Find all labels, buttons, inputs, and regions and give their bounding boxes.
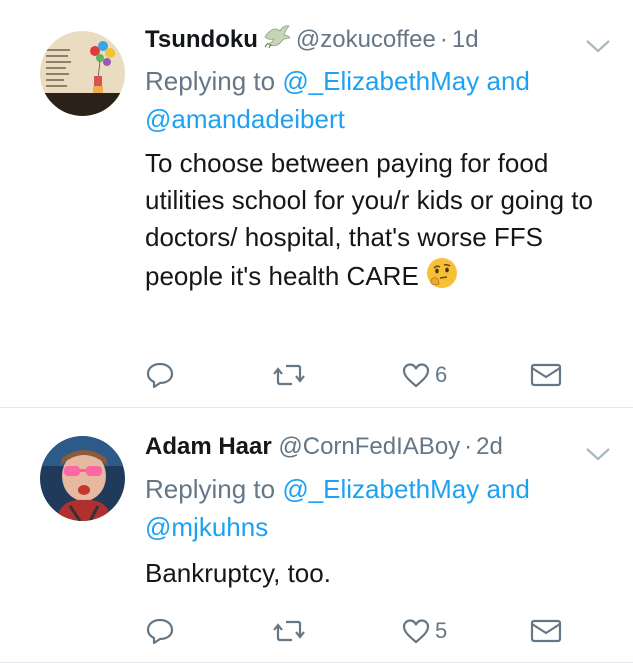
handle[interactable]: @CornFedIABoy [278,433,460,460]
timestamp[interactable]: 2d [476,433,503,460]
reply-and: and [486,66,530,96]
retweet-icon [273,620,305,642]
replying-to: Replying to @_ElizabethMay and @amandade… [145,62,530,138]
heart-icon [402,619,430,644]
timestamp[interactable]: 1d [452,26,479,53]
mention-link[interactable]: @mjkuhns [145,512,268,542]
reply-and: and [486,474,530,504]
retweet-icon [273,364,305,386]
chevron-down-icon[interactable] [585,31,611,63]
tweet-text: Bankruptcy, too. [145,558,331,588]
mail-icon [530,619,562,643]
reply-button[interactable] [145,611,175,651]
retweet-button[interactable] [272,355,306,395]
heart-icon [402,363,430,388]
separator-dot: · [439,25,448,53]
tweet-actions: 6 [145,355,585,395]
thinking-face-emoji [425,256,459,300]
display-name[interactable]: Adam Haar [145,433,272,460]
direct-message-button[interactable] [529,355,563,395]
reply-icon [146,618,174,645]
chevron-down-icon[interactable] [585,439,611,471]
direct-message-button[interactable] [529,611,563,651]
tweet-text: To choose between paying for food utilit… [145,145,615,300]
avatar[interactable] [40,436,125,521]
retweet-button[interactable] [272,611,306,651]
display-name[interactable]: Tsundoku [145,26,258,53]
mention-link[interactable]: @amandadeibert [145,104,345,134]
tweet-header: Tsundoku @zokucoffee · 1d [145,23,633,58]
reply-icon [146,362,174,389]
replying-to: Replying to @_ElizabethMay and @mjkuhns [145,470,530,546]
tweet-actions: 5 [145,611,585,651]
mail-icon [530,363,562,387]
separator-dot: · [464,433,473,460]
reply-button[interactable] [145,355,175,395]
like-count: 5 [435,618,448,643]
mention-link[interactable]: @_ElizabethMay [282,474,479,504]
like-count: 6 [435,362,448,387]
like-button[interactable]: 5 [401,611,447,651]
replying-prefix: Replying to [145,474,276,504]
tweet-header: Adam Haar @CornFedIABoy · 2d [145,431,633,463]
replying-prefix: Replying to [145,66,276,96]
tweet[interactable]: Tsundoku @zokucoffee · 1d Replying to @_Eli… [0,0,633,408]
tweet[interactable]: Adam Haar @CornFedIABoy · 2d Replying to @… [0,408,633,663]
avatar[interactable] [40,31,125,116]
like-button[interactable]: 6 [401,355,447,395]
mention-link[interactable]: @_ElizabethMay [282,66,479,96]
tweet-text-content: To choose between paying for food utilit… [145,148,593,291]
handle[interactable]: @zokucoffee [296,26,436,53]
dove-icon [262,23,292,58]
